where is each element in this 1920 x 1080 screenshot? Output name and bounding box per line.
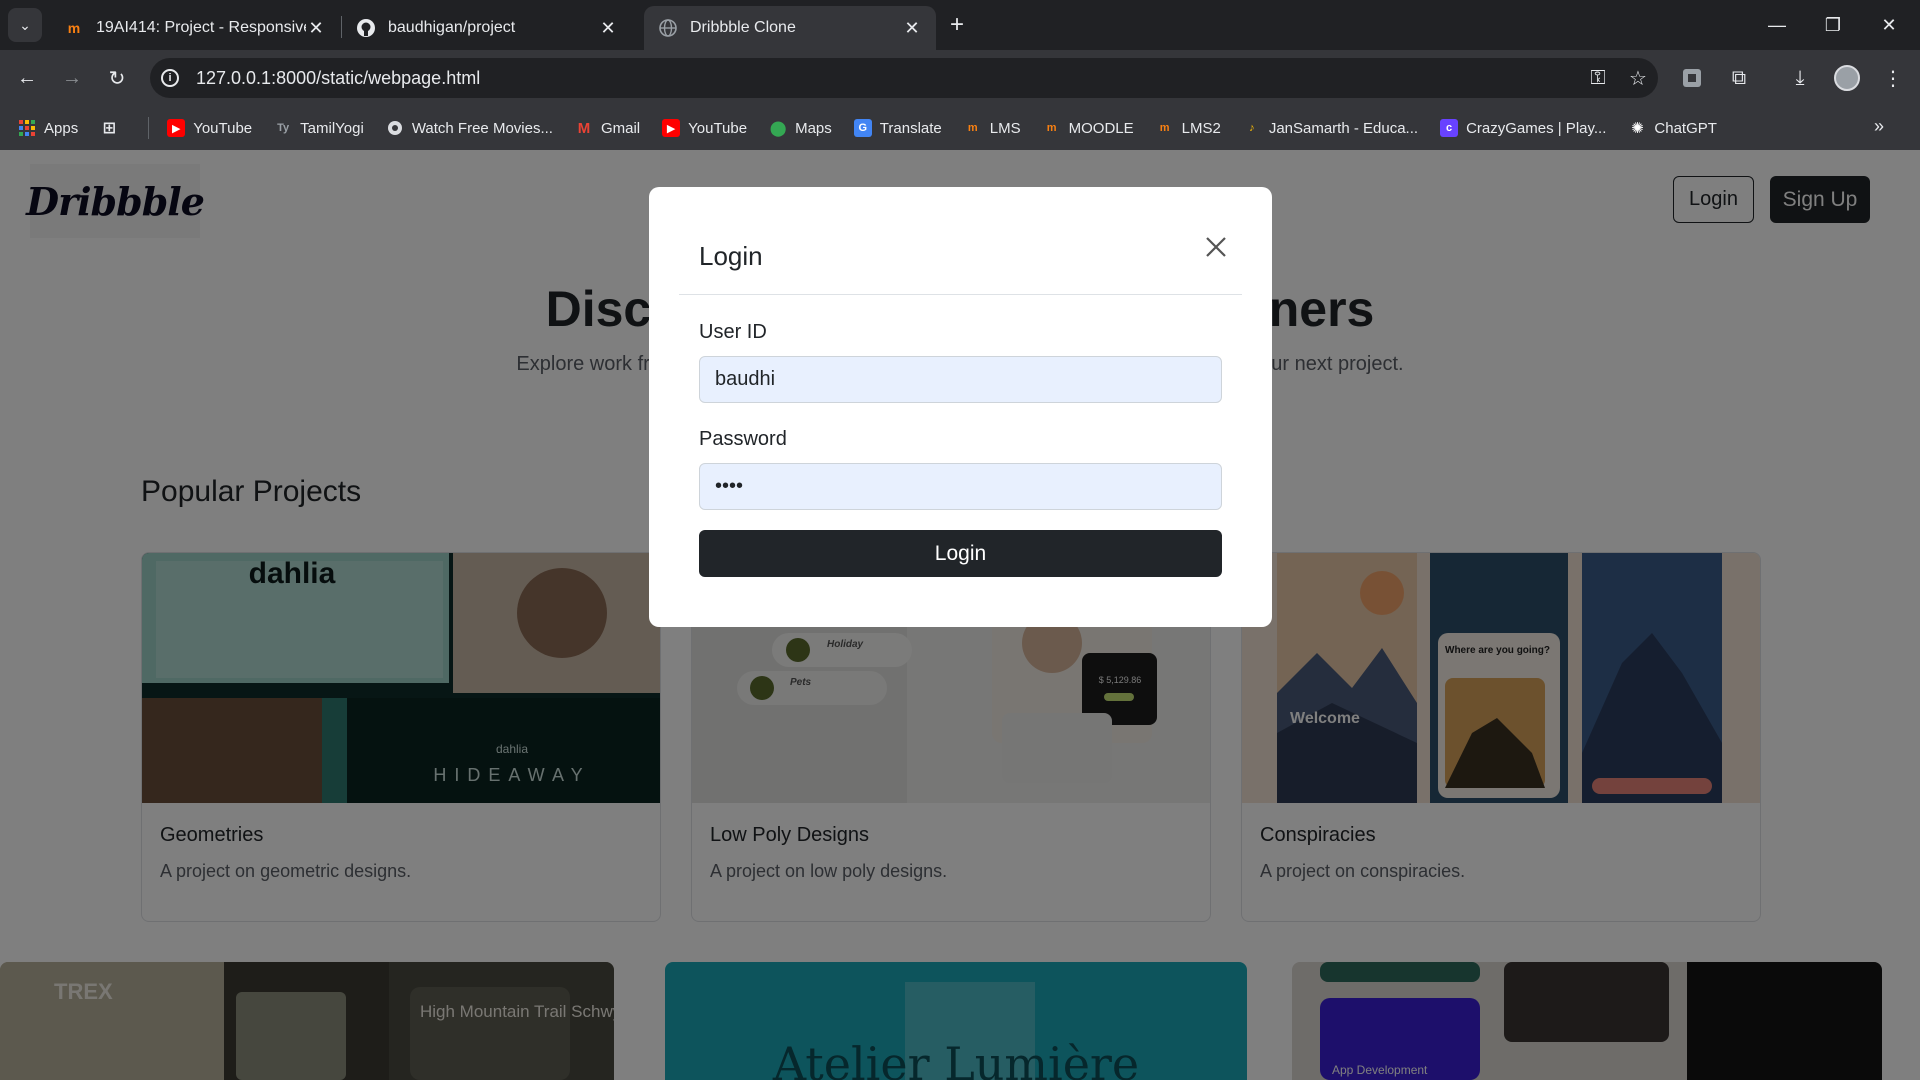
tab-title: baudhigan/project (388, 19, 516, 36)
extension-square-icon[interactable] (1675, 61, 1709, 95)
bookmark-label: Maps (795, 119, 832, 137)
address-bar[interactable]: i 127.0.0.1:8000/static/webpage.html ⚿ ☆ (150, 58, 1658, 98)
github-icon (356, 18, 376, 38)
close-icon[interactable] (1196, 227, 1236, 267)
tab-dribbble-clone[interactable]: Dribbble Clone ✕ (644, 6, 936, 50)
login-modal: Login User ID Password Login (649, 187, 1272, 627)
bookmark-chatgpt[interactable]: ✺ ChatGPT (1628, 119, 1717, 138)
bookmark-label: Gmail (600, 119, 641, 137)
bookmark-label: MOODLE (1068, 119, 1134, 137)
tab-search-button[interactable]: ⌄ (8, 8, 42, 42)
moodle-icon: m (1159, 122, 1170, 134)
browser-toolbar: ← → ↻ i 127.0.0.1:8000/static/webpage.ht… (0, 50, 1920, 106)
bookmark-maps[interactable]: ⬤ Maps (769, 119, 832, 138)
reload-icon[interactable]: ↻ (100, 61, 134, 95)
kebab-menu-icon[interactable]: ⋮ (1876, 61, 1910, 95)
password-label: Password (699, 428, 787, 450)
jansamarth-icon: ♪ (1249, 122, 1255, 134)
youtube-icon: ▶ (662, 119, 681, 137)
bookmark-translate[interactable]: G Translate (853, 119, 942, 137)
tab-groups-button[interactable]: ⊞ (100, 119, 126, 137)
tab-moodle[interactable]: m 19AI414: Project - Responsive W ✕ (50, 6, 340, 50)
modal-title: Login (699, 241, 763, 271)
bookmark-label: TamilYogi (300, 119, 364, 137)
maps-pin-icon: ⬤ (769, 120, 787, 137)
bookmarks-bar: Apps ⊞ ▶ YouTube Ty TamilYogi Watch Free… (0, 106, 1920, 150)
bookmark-label: Apps (44, 119, 79, 137)
profile-avatar[interactable] (1830, 61, 1864, 95)
tab-title: Dribbble Clone (690, 19, 796, 36)
bookmark-youtube[interactable]: ▶ YouTube (167, 119, 252, 137)
back-arrow-icon[interactable]: ← (10, 61, 44, 95)
password-input[interactable] (699, 463, 1222, 510)
close-icon[interactable]: ✕ (902, 18, 922, 39)
moodle-icon: m (967, 122, 978, 134)
bookmark-label: ChatGPT (1654, 119, 1717, 137)
bookmark-tamilyogi[interactable]: Ty TamilYogi (274, 119, 364, 137)
modal-divider (679, 294, 1242, 295)
bookmark-moodle[interactable]: m MOODLE (1043, 119, 1134, 137)
new-tab-plus-icon[interactable]: + (950, 12, 964, 38)
site-info-icon[interactable]: i (150, 58, 190, 98)
close-icon[interactable]: ✕ (306, 18, 326, 39)
bookmark-star-icon[interactable]: ☆ (1618, 58, 1658, 98)
tab-github[interactable]: baudhigan/project ✕ (342, 6, 632, 50)
bookmark-lms2[interactable]: m LMS2 (1156, 119, 1221, 137)
bookmark-apps[interactable]: Apps (18, 119, 78, 137)
download-icon[interactable]: ⤓ (1783, 61, 1817, 95)
more-bookmarks-icon[interactable]: » (1874, 116, 1884, 137)
bookmark-label: Watch Free Movies... (411, 119, 553, 137)
chatgpt-icon: ✺ (1631, 120, 1644, 137)
bookmark-crazygames[interactable]: c CrazyGames | Play... (1440, 119, 1606, 137)
password-key-icon[interactable]: ⚿ (1578, 58, 1618, 98)
youtube-icon: ▶ (167, 119, 186, 137)
bookmark-separator (148, 117, 150, 139)
tab-strip: ⌄ m 19AI414: Project - Responsive W ✕ ba… (0, 0, 1920, 50)
bookmark-label: CrazyGames | Play... (1466, 119, 1607, 137)
userid-input[interactable] (699, 356, 1222, 403)
bookmark-label: LMS2 (1181, 119, 1221, 137)
moodle-icon: m (1046, 122, 1057, 134)
chevron-down-icon: ⌄ (19, 16, 31, 33)
bookmark-label: LMS (989, 119, 1021, 137)
tamilyogi-icon: Ty (277, 122, 290, 134)
userid-label: User ID (699, 321, 767, 343)
close-icon[interactable]: ✕ (598, 18, 618, 39)
minimize-icon[interactable]: — (1754, 8, 1800, 42)
bookmark-jansamarth[interactable]: ♪ JanSamarth - Educa... (1243, 119, 1418, 137)
globe-icon (386, 119, 404, 137)
bookmark-label: JanSamarth - Educa... (1268, 119, 1419, 137)
apps-grid-icon (18, 119, 36, 137)
forward-arrow-icon[interactable]: → (55, 61, 89, 95)
translate-icon: G (853, 119, 872, 137)
bookmark-lms[interactable]: m LMS (964, 119, 1021, 137)
bookmark-watch-free-movies[interactable]: Watch Free Movies... (386, 119, 553, 137)
bookmark-label: Translate (879, 119, 942, 137)
crazygames-icon: c (1440, 119, 1459, 137)
extensions-puzzle-icon[interactable]: ⧉ (1722, 61, 1756, 95)
tab-title: 19AI414: Project - Responsive W (96, 19, 306, 36)
bookmark-youtube-2[interactable]: ▶ YouTube (662, 119, 747, 137)
moodle-icon: m (67, 20, 81, 36)
tab-groups-icon: ⊞ (102, 120, 116, 137)
login-submit-button[interactable]: Login (699, 530, 1222, 577)
bookmark-gmail[interactable]: M Gmail (575, 119, 640, 137)
gmail-icon: M (577, 119, 591, 137)
restore-icon[interactable]: ❐ (1810, 8, 1856, 42)
bookmark-label: YouTube (193, 119, 253, 137)
window-close-icon[interactable]: ✕ (1866, 8, 1912, 42)
url-text[interactable]: 127.0.0.1:8000/static/webpage.html (196, 68, 1578, 89)
globe-icon (658, 18, 678, 38)
bookmark-label: YouTube (688, 119, 748, 137)
